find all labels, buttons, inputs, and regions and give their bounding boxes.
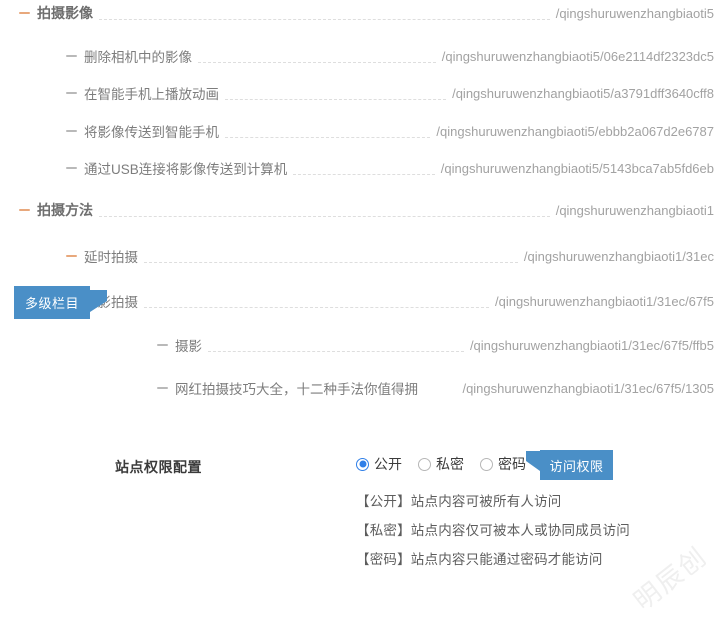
sitemap-row[interactable]: 延时拍摄/qingshuruwenzhangbiaoti1/31ec xyxy=(0,243,720,269)
dotted-leader xyxy=(424,394,456,395)
sitemap-row-label: 延时拍摄 xyxy=(84,250,138,265)
permission-radio-option[interactable]: 公开 xyxy=(356,454,402,474)
sitemap-row-url: /qingshuruwenzhangbiaoti5/a3791dff3640cf… xyxy=(452,85,714,101)
collapse-dash-icon[interactable] xyxy=(157,344,168,346)
site-permission-section: 站点权限配置 公开 私密 密码 【公开】站点内容可被所有人访问【私密】站点内容仅可被… xyxy=(0,440,720,584)
permission-note: 【密码】站点内容只能通过密码才能访问 xyxy=(356,552,603,567)
sitemap-row-label: 网红拍摄技巧大全，十二种手法你值得拥 xyxy=(175,382,418,397)
permission-notes-list: 【公开】站点内容可被所有人访问【私密】站点内容仅可被本人或协同成员访问 【密码】站… xyxy=(356,490,630,568)
sitemap-tree: 拍摄影像/qingshuruwenzhangbiaoti5 删除相机中的影像/qi… xyxy=(0,0,720,420)
sitemap-row-url: /qingshuruwenzhangbiaoti1/31ec/67f5/1305 xyxy=(462,380,714,396)
permission-section-title: 站点权限配置 xyxy=(115,459,202,475)
sitemap-row-url: /qingshuruwenzhangbiaoti5/ebbb2a067d2e67… xyxy=(436,123,714,139)
permission-note: 【公开】站点内容可被所有人访问 xyxy=(356,494,562,509)
sitemap-row[interactable]: 将影像传送到智能手机/qingshuruwenzhangbiaoti5/ebbb… xyxy=(0,118,720,144)
radio-button-icon[interactable] xyxy=(356,457,369,471)
sitemap-row[interactable]: 在智能手机上播放动画/qingshuruwenzhangbiaoti5/a379… xyxy=(0,80,720,106)
permission-radio-group[interactable]: 公开 私密 密码 xyxy=(356,454,526,474)
sitemap-row[interactable]: 网红拍摄技巧大全，十二种手法你值得拥/qingshuruwenzhangbiao… xyxy=(0,375,720,401)
collapse-dash-icon[interactable] xyxy=(19,209,30,211)
collapse-dash-icon[interactable] xyxy=(157,387,168,389)
callout-tail-icon xyxy=(90,290,107,312)
sitemap-row-label: 拍摄影像 xyxy=(37,5,93,21)
sitemap-row-label: 通过USB连接将影像传送到计算机 xyxy=(84,162,288,177)
dotted-leader xyxy=(225,136,431,138)
dotted-leader xyxy=(99,18,550,20)
permission-radio-option[interactable]: 密码 xyxy=(480,454,526,474)
sitemap-row-url: /qingshuruwenzhangbiaoti1/31ec xyxy=(523,248,714,264)
collapse-dash-icon[interactable] xyxy=(66,167,77,169)
sitemap-row-label: 将影像传送到智能手机 xyxy=(84,125,219,140)
sitemap-row[interactable]: 摄影/qingshuruwenzhangbiaoti1/31ec/67f5/ff… xyxy=(0,332,720,358)
collapse-dash-icon[interactable] xyxy=(66,255,77,257)
sitemap-row-url: /qingshuruwenzhangbiaoti1/31ec/67f5 xyxy=(494,293,714,309)
sitemap-row-url: /qingshuruwenzhangbiaoti5/06e2114df2323d… xyxy=(441,48,714,64)
radio-button-icon[interactable] xyxy=(418,457,431,471)
sitemap-row-url: /qingshuruwenzhangbiaoti5/5143bca7ab5fd6… xyxy=(440,160,714,176)
dotted-leader xyxy=(144,261,518,263)
sitemap-row[interactable]: 通过USB连接将影像传送到计算机/qingshuruwenzhangbiaoti… xyxy=(0,155,720,181)
sitemap-row-url: /qingshuruwenzhangbiaoti5 xyxy=(555,5,714,21)
dotted-leader xyxy=(225,98,447,100)
collapse-dash-icon[interactable] xyxy=(19,12,30,14)
collapse-dash-icon[interactable] xyxy=(66,92,77,94)
permission-radio-label: 密码 xyxy=(498,456,526,472)
callout-multilevel-columns: 多级栏目 xyxy=(14,286,107,319)
sitemap-row-label: 摄影 xyxy=(175,339,202,354)
dotted-leader xyxy=(198,61,436,63)
dotted-leader xyxy=(293,173,435,175)
radio-button-icon[interactable] xyxy=(480,457,493,471)
permission-note: 【私密】站点内容仅可被本人或协同成员访问 xyxy=(356,523,630,538)
sitemap-row-label: 在智能手机上播放动画 xyxy=(84,87,219,102)
permission-radio-label: 私密 xyxy=(436,456,464,472)
sitemap-row[interactable]: 拍摄影像/qingshuruwenzhangbiaoti5 xyxy=(0,0,720,26)
sitemap-row-label: 拍摄方法 xyxy=(37,202,93,218)
callout-multilevel-label: 多级栏目 xyxy=(24,296,79,311)
collapse-dash-icon[interactable] xyxy=(66,130,77,132)
dotted-leader xyxy=(208,350,464,352)
collapse-dash-icon[interactable] xyxy=(66,55,77,57)
permission-radio-option[interactable]: 私密 xyxy=(418,454,464,474)
permission-radio-label: 公开 xyxy=(374,456,402,472)
dotted-leader xyxy=(144,306,489,308)
sitemap-row-url: /qingshuruwenzhangbiaoti1/31ec/67f5/ffb5 xyxy=(469,337,714,353)
sitemap-row[interactable]: 拍摄方法/qingshuruwenzhangbiaoti1 xyxy=(0,197,720,223)
sitemap-row[interactable]: 光影拍摄/qingshuruwenzhangbiaoti1/31ec/67f5 xyxy=(0,288,720,314)
dotted-leader xyxy=(99,215,550,217)
sitemap-row-label: 删除相机中的影像 xyxy=(84,50,192,65)
sitemap-row[interactable]: 删除相机中的影像/qingshuruwenzhangbiaoti5/06e211… xyxy=(0,43,720,69)
sitemap-row-url: /qingshuruwenzhangbiaoti1 xyxy=(555,202,714,218)
